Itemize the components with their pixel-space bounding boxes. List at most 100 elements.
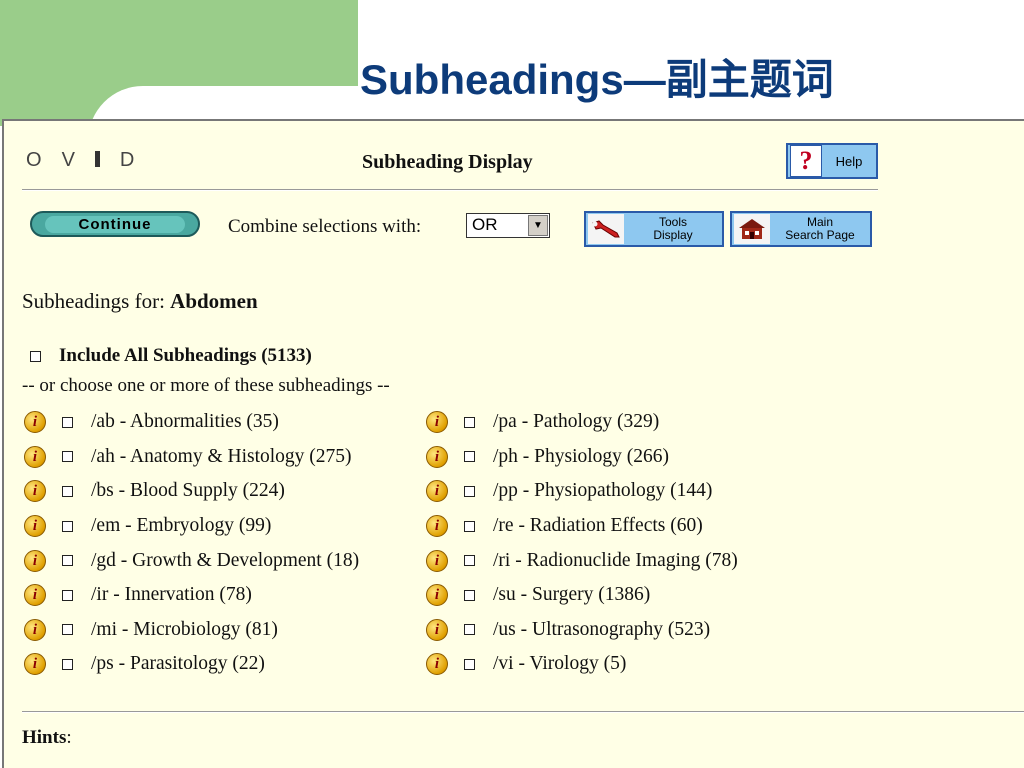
subheading-item[interactable]: i/ps - Parasitology (22): [24, 647, 359, 682]
combine-select[interactable]: OR ▼: [466, 213, 550, 238]
subheading-checkbox[interactable]: [464, 624, 475, 636]
subheading-checkbox[interactable]: [464, 416, 475, 428]
subheading-item[interactable]: i/bs - Blood Supply (224): [24, 474, 359, 509]
subheading-label: /ir - Innervation (78): [91, 584, 252, 606]
subheading-label: /pp - Physiopathology (144): [493, 480, 713, 502]
subheading-checkbox[interactable]: [464, 485, 475, 497]
subheading-label: /mi - Microbiology (81): [91, 618, 278, 640]
logo-letter-d: D: [119, 149, 155, 171]
subheading-checkbox[interactable]: [62, 555, 73, 567]
subheading-label: /ah - Anatomy & Histology (275): [91, 445, 352, 467]
ovid-window: OV D Subheading Display ? Help Continue C…: [2, 119, 1024, 768]
page-title: Subheading Display: [362, 151, 533, 173]
subheading-item[interactable]: i/gd - Growth & Development (18): [24, 543, 359, 578]
help-icon: ?: [790, 145, 822, 177]
subheading-label: /su - Surgery (1386): [493, 584, 651, 606]
subheading-item[interactable]: i/pp - Physiopathology (144): [426, 474, 738, 509]
include-all-checkbox[interactable]: [30, 350, 41, 362]
info-icon[interactable]: i: [24, 618, 46, 641]
info-icon[interactable]: i: [24, 445, 46, 468]
subheading-checkbox[interactable]: [62, 589, 73, 601]
subheading-checkbox[interactable]: [62, 451, 73, 463]
tools-display-button[interactable]: Tools Display: [584, 211, 724, 247]
hints-label-text: Hints: [22, 727, 67, 748]
info-icon[interactable]: i: [426, 549, 448, 572]
subheading-item[interactable]: i/su - Surgery (1386): [426, 578, 738, 613]
subheading-label: /ab - Abnormalities (35): [91, 411, 279, 433]
subheading-checkbox[interactable]: [464, 658, 475, 670]
include-all-label: Include All Subheadings (5133): [59, 345, 312, 366]
combine-select-value: OR: [472, 215, 498, 234]
tools-label-line1: Tools: [658, 215, 687, 229]
subheading-item[interactable]: i/em - Embryology (99): [24, 509, 359, 544]
combine-label: Combine selections with:: [228, 216, 422, 237]
logo-letter-v: V: [61, 149, 95, 171]
subheading-checkbox[interactable]: [62, 520, 73, 532]
subheading-item[interactable]: i/ir - Innervation (78): [24, 578, 359, 613]
subheading-list-right: i/pa - Pathology (329) i/ph - Physiology …: [426, 405, 738, 682]
subheading-item[interactable]: i/ph - Physiology (266): [426, 440, 738, 475]
header-divider: [22, 189, 878, 191]
info-icon[interactable]: i: [24, 549, 46, 572]
wrench-icon: [588, 214, 624, 244]
tools-label-line2: Display: [653, 228, 693, 242]
subheading-checkbox[interactable]: [62, 485, 73, 497]
subheading-label: /us - Ultrasonography (523): [493, 618, 711, 640]
logo-letter-o: O: [26, 149, 62, 171]
info-icon[interactable]: i: [24, 515, 46, 538]
subheading-item[interactable]: i/ab - Abnormalities (35): [24, 405, 359, 440]
continue-button[interactable]: Continue: [30, 211, 200, 237]
logo-letter-i: [94, 151, 100, 167]
dropdown-arrow-icon[interactable]: ▼: [528, 215, 548, 236]
subheading-list-left: i/ab - Abnormalities (35) i/ah - Anatomy …: [24, 405, 359, 682]
subheadings-term: Abdomen: [170, 289, 258, 313]
info-icon[interactable]: i: [24, 480, 46, 503]
footer-divider: [22, 711, 1024, 713]
ovid-logo: OV D: [26, 149, 154, 172]
subheading-label: /ps - Parasitology (22): [91, 653, 265, 675]
hints-colon: :: [66, 727, 72, 748]
hints-label: Hints:: [22, 727, 72, 749]
subheading-item[interactable]: i/vi - Virology (5): [426, 647, 738, 682]
main-search-label: Main Search Page: [770, 216, 870, 242]
slide-title: Subheadings—副主题词: [360, 56, 834, 103]
subheading-label: /vi - Virology (5): [493, 653, 627, 675]
subheading-item[interactable]: i/re - Radiation Effects (60): [426, 509, 738, 544]
choose-instruction: -- or choose one or more of these subhea…: [22, 375, 390, 396]
help-label: Help: [835, 153, 863, 169]
subheading-label: /em - Embryology (99): [91, 515, 272, 537]
subheading-item[interactable]: i/us - Ultrasonography (523): [426, 613, 738, 648]
subheading-item[interactable]: i/ri - Radionuclide Imaging (78): [426, 543, 738, 578]
subheading-label: /gd - Growth & Development (18): [91, 549, 360, 571]
info-icon[interactable]: i: [426, 584, 448, 607]
info-icon[interactable]: i: [426, 411, 448, 434]
subheading-checkbox[interactable]: [62, 624, 73, 636]
subheading-checkbox[interactable]: [62, 416, 73, 428]
subheading-label: /re - Radiation Effects (60): [493, 515, 703, 537]
subheading-label: /ph - Physiology (266): [493, 445, 670, 467]
main-label-line1: Main: [806, 215, 833, 229]
info-icon[interactable]: i: [426, 445, 448, 468]
subheading-checkbox[interactable]: [464, 520, 475, 532]
house-icon: [734, 214, 770, 244]
info-icon[interactable]: i: [426, 480, 448, 503]
subheadings-for-heading: Subheadings for: Abdomen: [22, 289, 258, 314]
main-search-page-button[interactable]: Main Search Page: [730, 211, 872, 247]
info-icon[interactable]: i: [426, 653, 448, 676]
subheading-item[interactable]: i/ah - Anatomy & Histology (275): [24, 440, 359, 475]
subheading-item[interactable]: i/pa - Pathology (329): [426, 405, 738, 440]
subheading-label: /pa - Pathology (329): [493, 411, 660, 433]
subheading-checkbox[interactable]: [464, 451, 475, 463]
subheading-checkbox[interactable]: [464, 555, 475, 567]
info-icon[interactable]: i: [24, 584, 46, 607]
subheading-label: /ri - Radionuclide Imaging (78): [493, 549, 738, 571]
subheading-item[interactable]: i/mi - Microbiology (81): [24, 613, 359, 648]
info-icon[interactable]: i: [24, 653, 46, 676]
include-all-row[interactable]: Include All Subheadings (5133): [30, 345, 312, 367]
help-button[interactable]: ? Help: [786, 143, 878, 179]
info-icon[interactable]: i: [24, 411, 46, 434]
info-icon[interactable]: i: [426, 618, 448, 641]
subheading-checkbox[interactable]: [464, 589, 475, 601]
info-icon[interactable]: i: [426, 515, 448, 538]
subheading-checkbox[interactable]: [62, 658, 73, 670]
